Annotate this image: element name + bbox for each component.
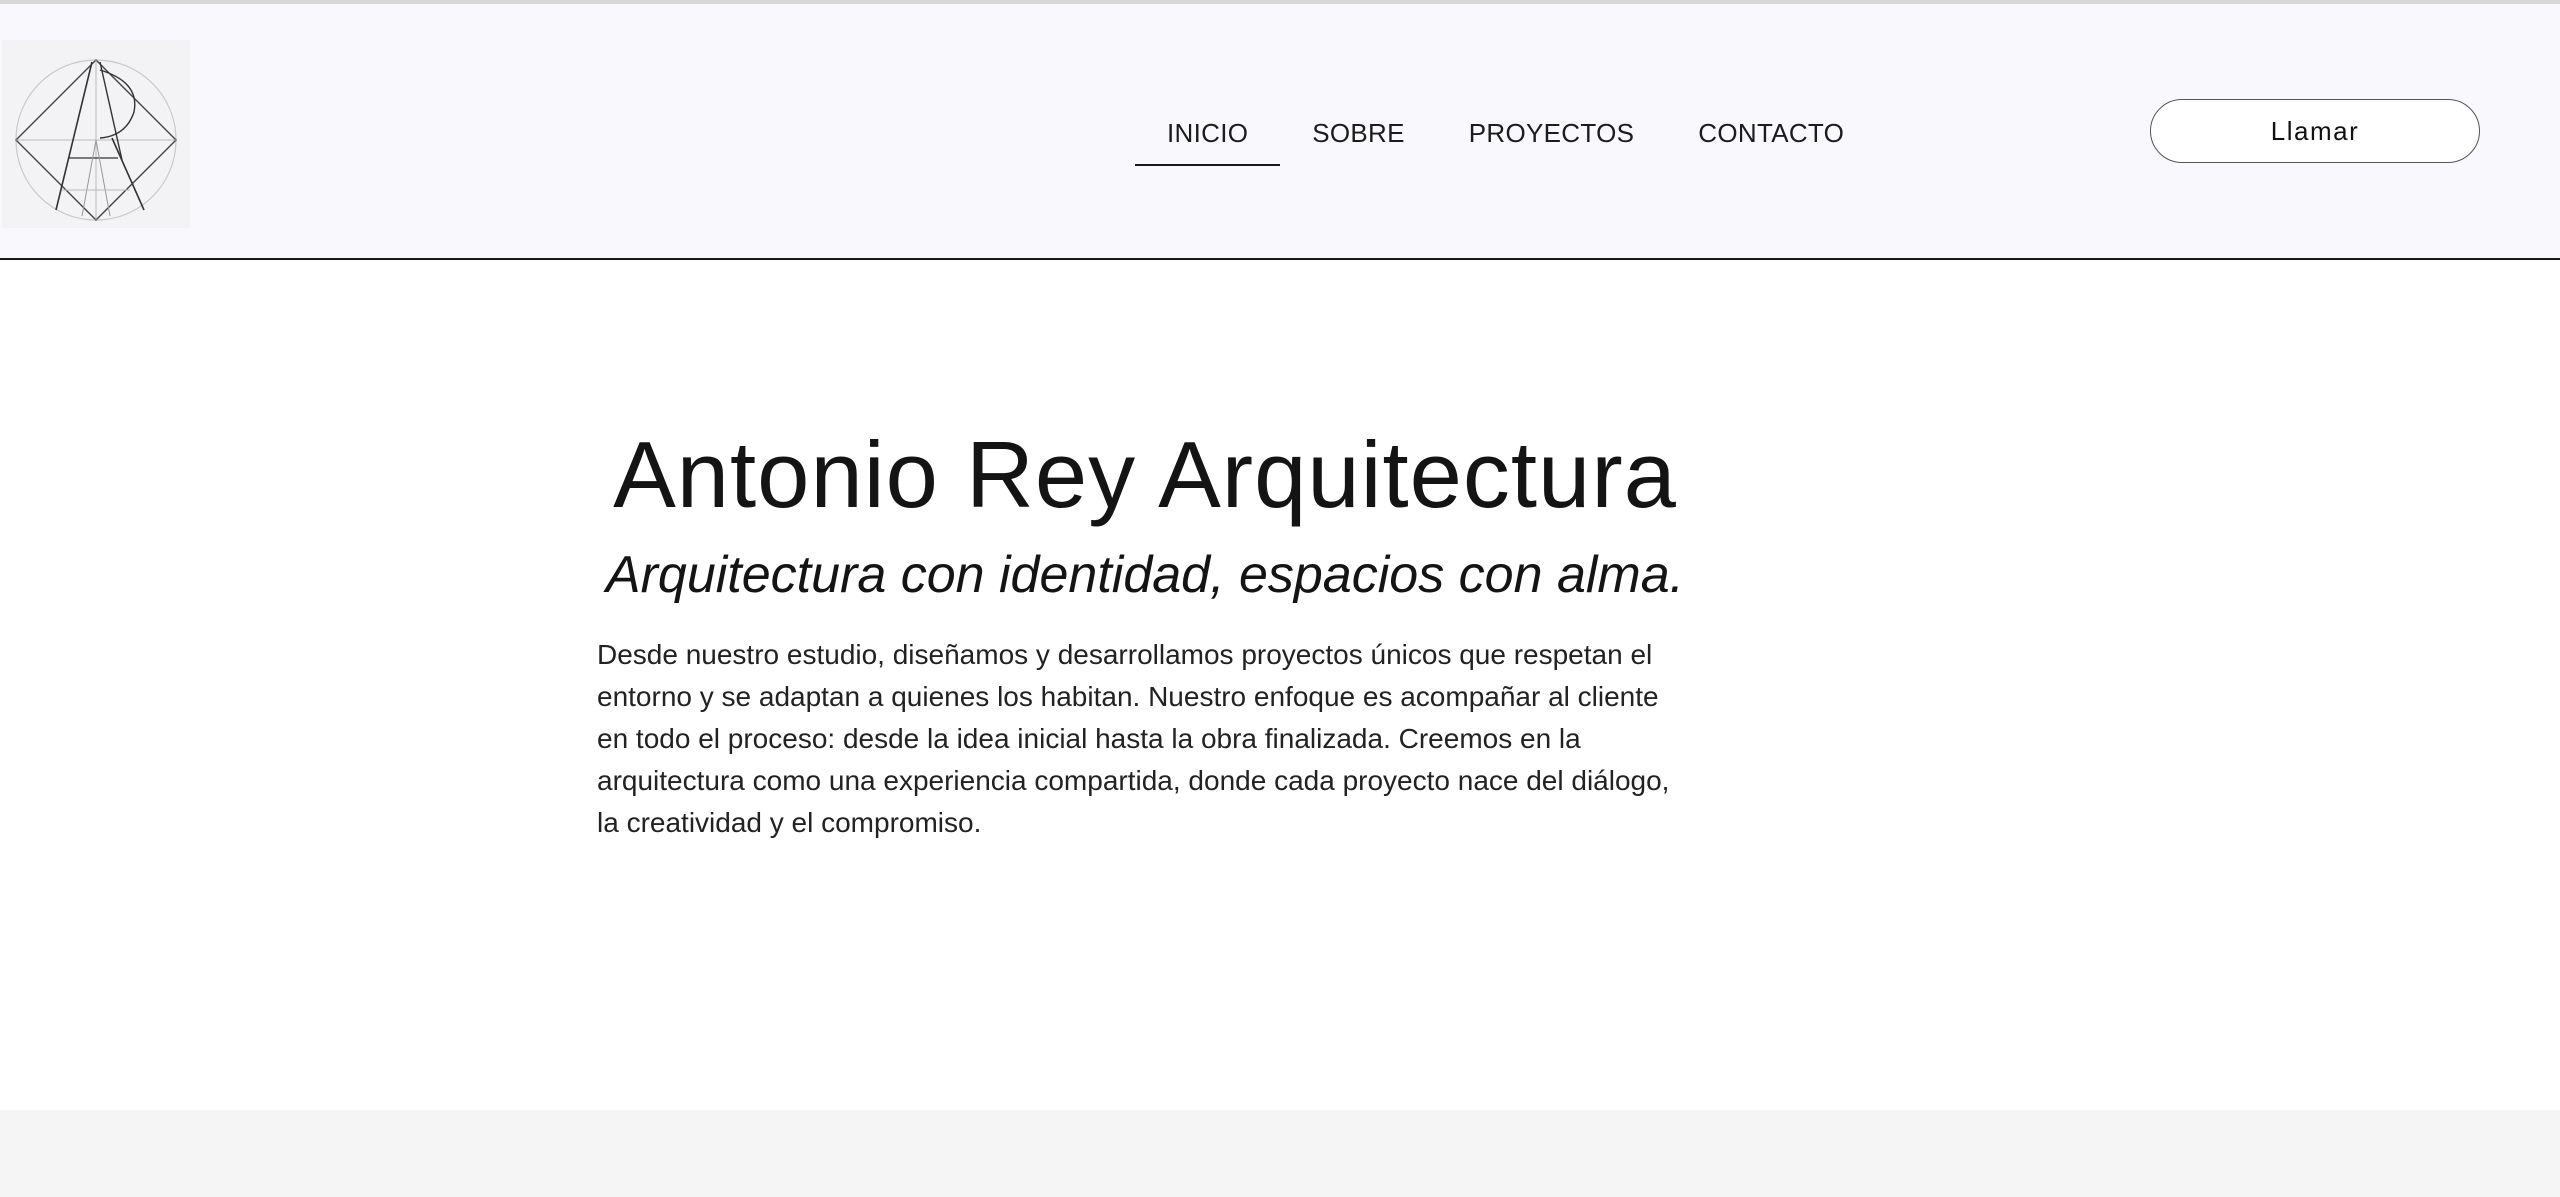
nav-item-proyectos[interactable]: PROYECTOS [1437, 100, 1666, 166]
hero-tagline: Arquitectura con identidad, espacios con… [605, 546, 1685, 604]
page: INICIO SOBRE PROYECTOS CONTACTO Llamar A… [0, 0, 2560, 1197]
logo-monogram-icon [15, 59, 177, 221]
logo[interactable] [2, 40, 190, 228]
nav-item-sobre[interactable]: SOBRE [1280, 100, 1437, 166]
main-nav: INICIO SOBRE PROYECTOS CONTACTO [1135, 100, 1876, 180]
nav-item-inicio[interactable]: INICIO [1135, 100, 1281, 166]
footer-band [0, 1110, 2560, 1197]
site-header: INICIO SOBRE PROYECTOS CONTACTO Llamar [0, 4, 2560, 260]
call-button[interactable]: Llamar [2150, 99, 2480, 163]
hero-section: Antonio Rey Arquitectura Arquitectura co… [595, 410, 1695, 844]
hero-description: Desde nuestro estudio, diseñamos y desar… [597, 639, 1670, 838]
page-title: Antonio Rey Arquitectura [613, 422, 1677, 527]
nav-item-contacto[interactable]: CONTACTO [1666, 100, 1876, 166]
